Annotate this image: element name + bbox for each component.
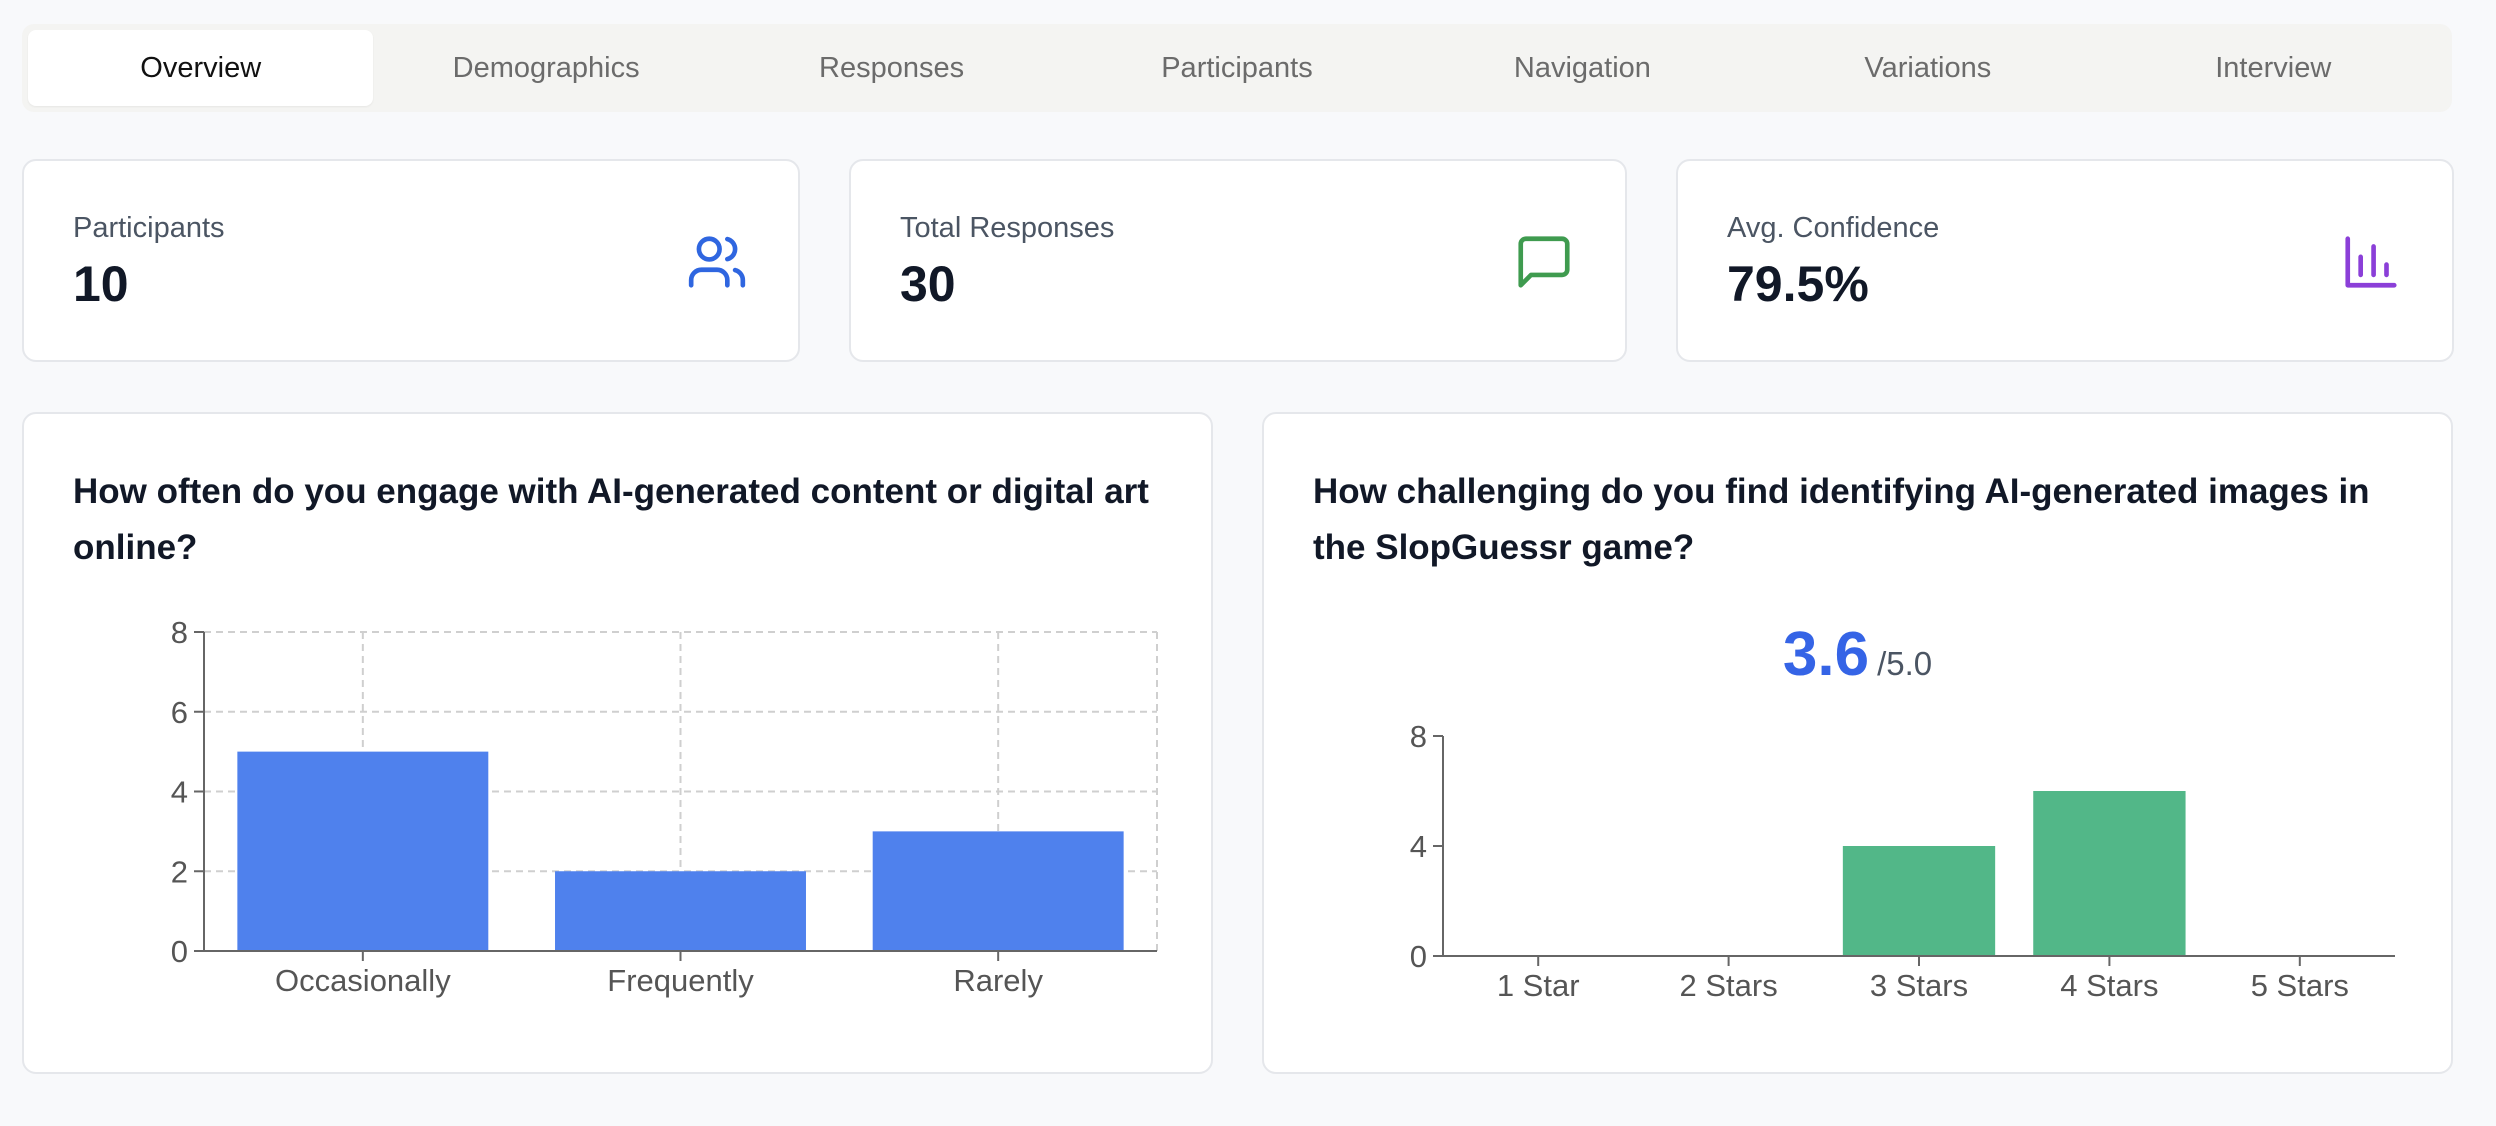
x-tick-label: 5 Stars [2251,968,2349,1003]
challenge-chart-card: How challenging do you find identifying … [1262,412,2453,1074]
tab-responses[interactable]: Responses [719,30,1064,106]
x-tick-label: 1 Star [1497,968,1580,1003]
stat-card-avg-confidence: Avg. Confidence 79.5% [1676,159,2454,362]
x-tick-label: 3 Stars [1870,968,1968,1003]
y-tick-label: 8 [171,615,188,650]
y-tick-label: 8 [1410,719,1427,754]
bar-3-stars [1842,846,1996,956]
tab-navigation[interactable]: Navigation [1410,30,1755,106]
bar-chart-icon [2345,236,2397,288]
x-tick-label: Frequently [607,963,754,998]
stat-value: 10 [73,256,129,312]
engagement-bar-chart: 0 2 4 6 8 Occasionally Frequently Rarely [171,615,1158,998]
y-tick-label: 2 [171,854,188,889]
bar-4-stars [2033,791,2186,956]
y-tick-label: 4 [1410,829,1427,864]
x-tick-label: Rarely [953,963,1043,998]
challenge-bar-chart: 0 4 8 1 Star 2 Stars 3 Stars 4 Stars 5 Stars [1410,719,2395,1003]
tab-participants[interactable]: Participants [1064,30,1409,106]
tab-overview[interactable]: Overview [28,30,374,106]
users-icon [688,236,746,288]
y-tick-label: 0 [1410,939,1427,974]
y-tick-label: 4 [171,775,188,810]
stat-card-total-responses: Total Responses 30 [849,159,1627,362]
tab-interview[interactable]: Interview [2101,30,2446,106]
x-tick-label: 2 Stars [1679,968,1777,1003]
bar-occasionally [237,751,489,951]
bar-rarely [872,831,1124,951]
tab-bar: Overview Demographics Responses Particip… [22,24,2452,112]
x-tick-label: 4 Stars [2060,968,2158,1003]
x-tick-label: Occasionally [275,963,451,998]
y-tick-label: 6 [171,695,188,730]
tab-demographics[interactable]: Demographics [373,30,718,106]
bar-frequently [555,871,806,951]
tab-variations[interactable]: Variations [1755,30,2100,106]
stat-value: 30 [900,256,956,312]
y-tick-label: 0 [171,934,188,969]
stat-card-participants: Participants 10 [22,159,800,362]
stat-label: Avg. Confidence [1727,212,1940,244]
stat-label: Participants [73,212,225,244]
engagement-chart-card: How often do you engage with AI-generate… [22,412,1213,1074]
message-square-icon [1518,236,1570,288]
stat-label: Total Responses [900,212,1115,244]
stat-value: 79.5% [1727,256,1869,312]
